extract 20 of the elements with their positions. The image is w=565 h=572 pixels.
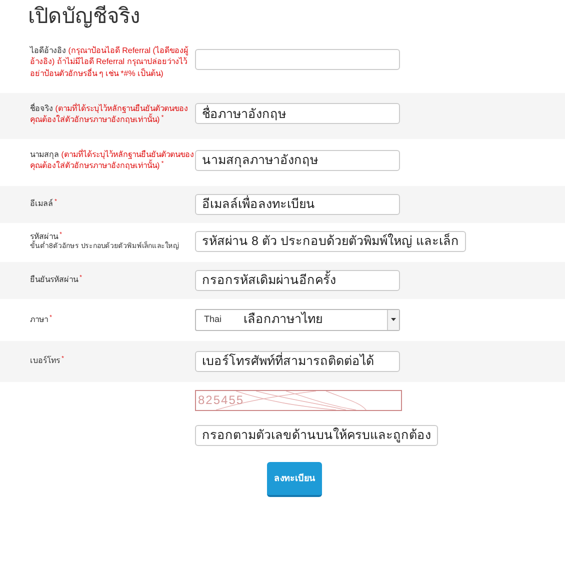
field-label: ยืนยันรหัสผ่าน $^{*}$ (30, 274, 84, 286)
input-field[interactable] (195, 49, 400, 70)
input-field[interactable]: รหัสผ่าน 8 ตัว ประกอบด้วยตัวพิมพ์ใหญ่ และเล็ก (195, 230, 466, 252)
field-label: รหัสผ่าน $^{*}$ (30, 230, 64, 240)
input-field[interactable]: อีเมลล์เพื่อลงทะเบียน (195, 194, 400, 214)
caret-icon (391, 318, 396, 321)
field-label: ภาษา $^{*}$ (30, 314, 54, 326)
field-label: ไอดีอ้างอิง (กรุณาป้อนไอดี Referral (ไอดีของผู้อ้างอิง) ถ้าไม่มีไอดี Referral กรุณาปล่อยว่างไว้ อย่าป้อนตัวอักษรอื่น ๆ เช่น *#% เป็นต้น) (30, 45, 190, 79)
field-label: เบอร์โทร $^{*}$ (30, 355, 66, 367)
language-select[interactable]: Thai เลือกภาษาไทย (195, 308, 400, 330)
page-title: เปิดบัญชีจริง (28, 4, 141, 30)
input-field[interactable]: กรอกรหัสเดิมผ่านอีกครั้ง (195, 270, 400, 290)
input-field[interactable]: ชื่อภาษาอังกฤษ (195, 103, 400, 124)
captcha-input[interactable]: กรอกตามตัวเลขด้านบนให้ครบและถูกต้อง (195, 424, 438, 446)
input-field[interactable]: นามสกุลภาษาอังกฤษ (195, 150, 400, 171)
field-label: ชื่อจริง (ตามที่ได้ระบุไว้หลักฐานยืนยันตัวตนของคุณต้องใส่ตัวอักษรภาษาอังกฤษเท่านั้น) $^{*}$ (30, 102, 189, 126)
field-label: อีเมลล์ $^{*}$ (30, 198, 58, 210)
captcha-image: 825455 (195, 390, 402, 410)
field-label: นามสกุล (ตามที่ได้ระบุไว้หลักฐานยืนยันตัวตนของคุณต้องใส่ตัวอักษรภาษาอังกฤษเท่านั้น) $^{*}$ (30, 149, 195, 172)
input-field[interactable]: เบอร์โทรศัพท์ที่สามารถติดต่อได้ (195, 350, 400, 372)
